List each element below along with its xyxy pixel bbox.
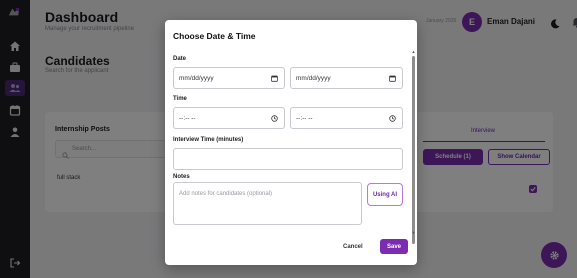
time-start-input[interactable]: --:-- -- bbox=[173, 107, 285, 129]
choose-date-time-modal: Choose Date & Time Date mm/dd/yyyy mm/dd… bbox=[165, 20, 417, 265]
notes-placeholder: Add notes for candidates (optional) bbox=[179, 191, 273, 197]
date-start-value: mm/dd/yyyy bbox=[179, 75, 214, 82]
date-start-input[interactable]: mm/dd/yyyy bbox=[173, 67, 285, 89]
calendar-icon[interactable] bbox=[271, 75, 278, 82]
date-label: Date bbox=[173, 56, 187, 62]
cancel-button[interactable]: Cancel bbox=[343, 244, 363, 250]
notes-textarea[interactable]: Add notes for candidates (optional) bbox=[173, 182, 362, 225]
save-button[interactable]: Save bbox=[380, 239, 408, 254]
notes-label: Notes bbox=[173, 174, 190, 180]
time-label: Time bbox=[173, 96, 187, 102]
date-end-value: mm/dd/yyyy bbox=[296, 75, 331, 82]
using-ai-button[interactable]: Using AI bbox=[367, 183, 403, 206]
time-end-input[interactable]: --:-- -- bbox=[290, 107, 403, 129]
clock-icon[interactable] bbox=[271, 115, 278, 122]
interview-duration-input[interactable] bbox=[173, 148, 403, 170]
scroll-up-arrow[interactable]: ▲ bbox=[411, 50, 416, 54]
time-end-value: --:-- -- bbox=[296, 115, 313, 122]
modal-scrollbar-thumb[interactable] bbox=[412, 56, 415, 244]
calendar-icon[interactable] bbox=[389, 75, 396, 82]
scroll-down-arrow[interactable]: ▼ bbox=[411, 231, 416, 235]
modal-title: Choose Date & Time bbox=[173, 31, 256, 41]
clock-icon[interactable] bbox=[389, 115, 396, 122]
duration-label: Interview Time (minutes) bbox=[173, 137, 244, 143]
time-start-value: --:-- -- bbox=[179, 115, 196, 122]
date-end-input[interactable]: mm/dd/yyyy bbox=[290, 67, 403, 89]
